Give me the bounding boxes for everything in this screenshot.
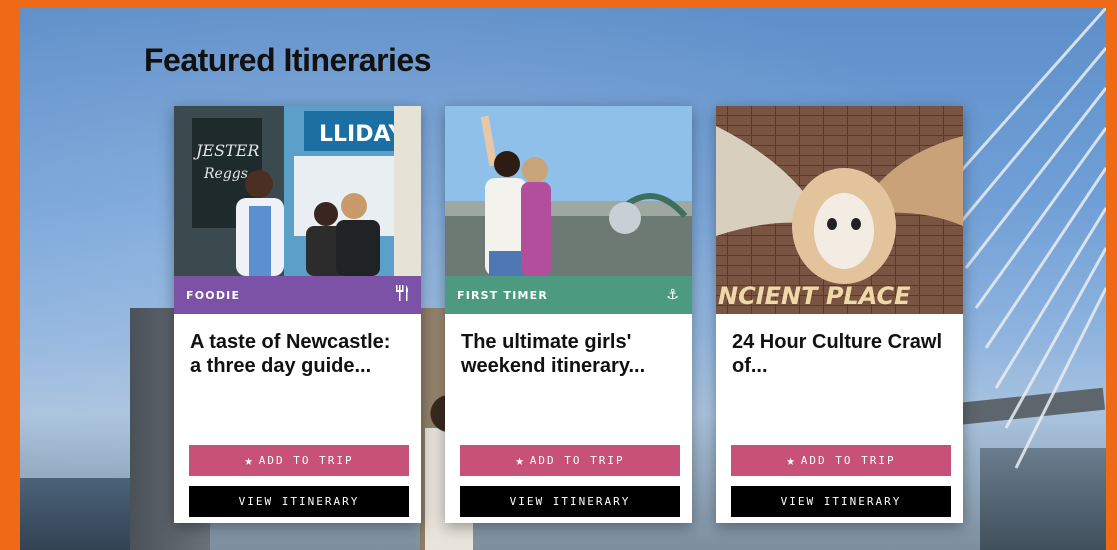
photo-friends-eating: JESTER Reggs LLIDAY (174, 106, 421, 276)
star-icon: ★ (786, 452, 795, 469)
tag-label: FOODIE (186, 288, 241, 302)
photo-owl-mural: NCIENT PLACE (716, 106, 963, 314)
card-title[interactable]: A taste of Newcastle: a three day guide.… (190, 330, 405, 378)
view-itinerary-button[interactable]: VIEW ITINERARY (189, 486, 409, 517)
view-itinerary-button[interactable]: VIEW ITINERARY (731, 486, 951, 517)
category-tag: FOODIE (174, 276, 421, 314)
add-to-trip-button[interactable]: ★ ADD TO TRIP (460, 445, 680, 476)
card-image[interactable]: NCIENT PLACE (716, 106, 963, 314)
fork-knife-icon (395, 285, 409, 305)
card-image[interactable] (445, 106, 692, 276)
view-itinerary-label: VIEW ITINERARY (238, 495, 360, 508)
hero-background: Featured Itineraries JESTER Reggs LLIDAY (20, 8, 1106, 550)
card-image[interactable]: JESTER Reggs LLIDAY (174, 106, 421, 276)
view-itinerary-label: VIEW ITINERARY (509, 495, 631, 508)
anchor-icon: ⚓ (666, 287, 680, 303)
bridge-cables (946, 8, 1106, 469)
photo-women-selfie (445, 106, 692, 276)
svg-text:JESTER: JESTER (193, 141, 259, 160)
svg-text:NCIENT PLACE: NCIENT PLACE (718, 282, 911, 310)
itinerary-card[interactable]: JESTER Reggs LLIDAY FOODIE A taste of Ne… (174, 106, 421, 523)
add-to-trip-button[interactable]: ★ ADD TO TRIP (189, 445, 409, 476)
section-title: Featured Itineraries (144, 42, 432, 78)
view-itinerary-label: VIEW ITINERARY (780, 495, 902, 508)
svg-text:Reggs: Reggs (203, 166, 248, 182)
itinerary-card[interactable]: FIRST TIMER ⚓ The ultimate girls' weeken… (445, 106, 692, 523)
star-icon: ★ (244, 452, 253, 469)
card-title[interactable]: The ultimate girls' weekend itinerary... (461, 330, 676, 378)
view-itinerary-button[interactable]: VIEW ITINERARY (460, 486, 680, 517)
add-to-trip-label: ADD TO TRIP (800, 454, 896, 467)
add-to-trip-button[interactable]: ★ ADD TO TRIP (731, 445, 951, 476)
svg-text:LLIDAY: LLIDAY (319, 122, 405, 147)
itinerary-card[interactable]: NCIENT PLACE 24 Hour Culture Crawl of...… (716, 106, 963, 523)
card-title[interactable]: 24 Hour Culture Crawl of... (732, 330, 947, 378)
star-icon: ★ (515, 452, 524, 469)
tag-label: FIRST TIMER (457, 288, 549, 302)
add-to-trip-label: ADD TO TRIP (529, 454, 625, 467)
category-tag: FIRST TIMER ⚓ (445, 276, 692, 314)
add-to-trip-label: ADD TO TRIP (258, 454, 354, 467)
